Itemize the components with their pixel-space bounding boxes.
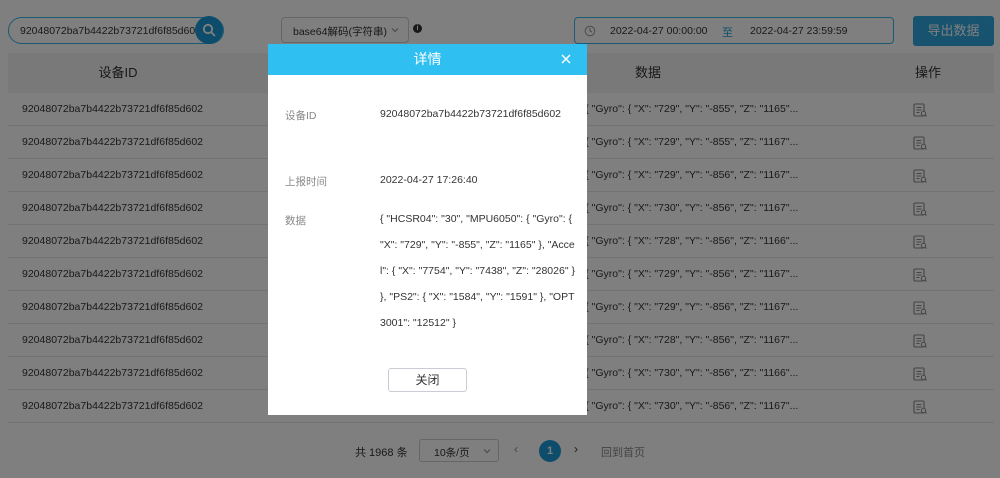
device-id-label: 设备ID bbox=[285, 110, 317, 122]
device-id-value: 92048072ba7b4422b73721df6f85d602 bbox=[380, 108, 562, 120]
detail-dialog: 详情 设备ID 92048072ba7b4422b73721df6f85d602… bbox=[268, 44, 587, 415]
data-value: { "HCSR04": "30", "MPU6050": { "Gyro": {… bbox=[380, 213, 575, 329]
close-icon[interactable] bbox=[560, 53, 572, 65]
dialog-header: 详情 bbox=[268, 44, 587, 75]
close-button[interactable]: 关闭 bbox=[388, 368, 467, 392]
report-time-label: 上报时间 bbox=[285, 176, 327, 188]
report-time-value: 2022-04-27 17:26:40 bbox=[380, 174, 478, 186]
dialog-title: 详情 bbox=[413, 51, 442, 67]
data-label: 数据 bbox=[285, 215, 306, 227]
